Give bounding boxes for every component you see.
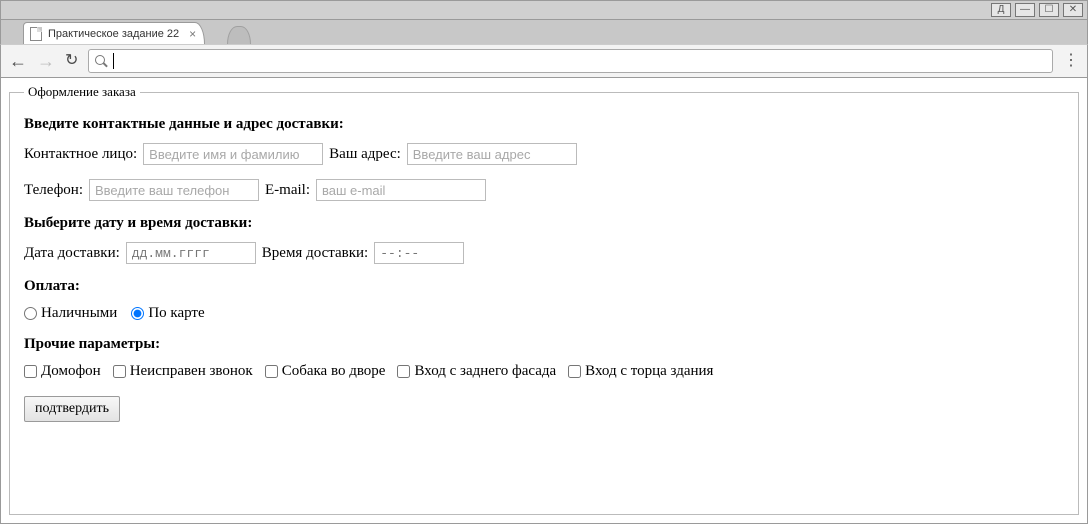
section-payment-heading: Оплата: (24, 278, 1064, 295)
chk-intercom[interactable] (24, 365, 37, 378)
chk-intercom-label: Домофон (41, 363, 101, 380)
chk-dog-label: Собака во дворе (282, 363, 386, 380)
menu-button[interactable]: ⋮ (1063, 53, 1079, 69)
tab-close-icon[interactable]: × (189, 27, 196, 41)
payment-cash-option[interactable]: Наличными (24, 305, 117, 322)
back-button[interactable]: ← (9, 52, 27, 70)
payment-cash-label: Наличными (41, 305, 117, 322)
chk-dog[interactable] (265, 365, 278, 378)
payment-card-radio[interactable] (131, 307, 144, 320)
email-input[interactable] (316, 179, 486, 201)
chk-side-label: Вход с торца здания (585, 363, 713, 380)
payment-card-label: По карте (148, 305, 204, 322)
window-app-indicator: Д (991, 3, 1011, 17)
date-label: Дата доставки: (24, 245, 120, 262)
new-tab-button[interactable] (227, 26, 251, 44)
chk-back[interactable] (397, 365, 410, 378)
fieldset-legend: Оформление заказа (24, 84, 140, 100)
chk-side-option[interactable]: Вход с торца здания (568, 363, 713, 380)
row-date-time: Дата доставки: Время доставки: (24, 242, 1064, 264)
page-content: Оформление заказа Введите контактные дан… (0, 78, 1088, 524)
window-maximize-button[interactable]: ☐ (1039, 3, 1059, 17)
url-input[interactable] (120, 50, 1046, 72)
phone-label: Телефон: (24, 182, 83, 199)
contact-input[interactable] (143, 143, 323, 165)
address-input[interactable] (407, 143, 577, 165)
chk-bell-label: Неисправен звонок (130, 363, 253, 380)
section-other-heading: Прочие параметры: (24, 336, 1064, 353)
date-input[interactable] (126, 242, 256, 264)
browser-tab-active[interactable]: Практическое задание 22 × (23, 22, 205, 44)
chk-back-label: Вход с заднего фасада (414, 363, 556, 380)
page-icon (30, 27, 42, 41)
window-minimize-button[interactable]: — (1015, 3, 1035, 17)
time-input[interactable] (374, 242, 464, 264)
reload-button[interactable]: ↻ (65, 53, 78, 69)
tab-title: Практическое задание 22 (48, 28, 179, 40)
chk-bell-option[interactable]: Неисправен звонок (113, 363, 253, 380)
window-titlebar: Д — ☐ ✕ (0, 0, 1088, 20)
chk-side[interactable] (568, 365, 581, 378)
email-label: E-mail: (265, 182, 310, 199)
address-bar[interactable] (88, 49, 1053, 73)
order-fieldset: Оформление заказа Введите контактные дан… (9, 84, 1079, 515)
chk-bell[interactable] (113, 365, 126, 378)
payment-cash-radio[interactable] (24, 307, 37, 320)
forward-button[interactable]: → (37, 52, 55, 70)
contact-label: Контактное лицо: (24, 146, 137, 163)
chk-intercom-option[interactable]: Домофон (24, 363, 101, 380)
window-close-button[interactable]: ✕ (1063, 3, 1083, 17)
text-caret (113, 53, 114, 69)
section-contact-heading: Введите контактные данные и адрес достав… (24, 116, 1064, 133)
submit-button[interactable]: подтвердить (24, 396, 120, 422)
payment-card-option[interactable]: По карте (131, 305, 204, 322)
browser-toolbar: ← → ↻ ⋮ (0, 44, 1088, 78)
chk-dog-option[interactable]: Собака во дворе (265, 363, 386, 380)
row-contact-address: Контактное лицо: Ваш адрес: (24, 143, 1064, 165)
section-datetime-heading: Выберите дату и время доставки: (24, 215, 1064, 232)
search-icon (95, 55, 107, 67)
time-label: Время доставки: (262, 245, 368, 262)
address-label: Ваш адрес: (329, 146, 401, 163)
chk-back-option[interactable]: Вход с заднего фасада (397, 363, 556, 380)
browser-tabstrip: Практическое задание 22 × (0, 20, 1088, 44)
other-options: Домофон Неисправен звонок Собака во двор… (24, 363, 1064, 380)
phone-input[interactable] (89, 179, 259, 201)
row-phone-email: Телефон: E-mail: (24, 179, 1064, 201)
payment-options: Наличными По карте (24, 305, 1064, 322)
